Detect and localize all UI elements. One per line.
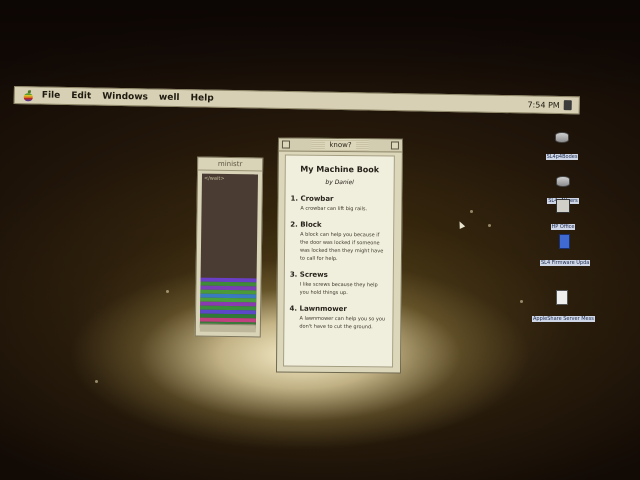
star <box>95 380 98 383</box>
entry-heading: 3. Screws <box>289 270 328 279</box>
icon-label: SL4 Firmware Upda <box>540 260 591 266</box>
desktop-icon-hp-office[interactable]: HP Office <box>546 199 580 232</box>
entry-text: I like screws because they help you hold… <box>299 281 378 297</box>
list-item: 2. Block A block can help you because if… <box>290 221 388 264</box>
apple-menu-icon[interactable] <box>23 89 34 101</box>
entry-text: A lawnmower can help you so you don't ha… <box>299 315 386 331</box>
window-title[interactable]: ministr <box>198 157 263 172</box>
wallpaper-shade <box>0 0 640 95</box>
list-item: 1. Crowbar A crowbar can lift big rails. <box>290 195 388 214</box>
ministr-window[interactable]: ministr </wait> <box>194 156 264 338</box>
entry-text: A crowbar can lift big rails. <box>300 205 368 213</box>
window-title-bar[interactable]: know? <box>278 138 403 153</box>
star <box>470 210 473 213</box>
desktop-icon-sl4-firmware[interactable]: SL4 Firmware Upda <box>540 234 591 268</box>
list-item: 3. Screws I like screws because they hel… <box>290 271 388 298</box>
book-page: My Machine Book by Daniel 1. Crowbar A c… <box>283 154 395 368</box>
window-title: know? <box>325 140 356 150</box>
color-bars-graphic <box>199 277 257 329</box>
document-icon <box>556 290 568 305</box>
close-box-icon[interactable] <box>281 140 291 149</box>
star <box>488 224 491 227</box>
desktop-icon-appleshare[interactable]: AppleShare Server Mess <box>532 290 595 324</box>
know-window[interactable]: know? My Machine Book by Daniel 1. Crowb… <box>275 137 404 374</box>
icon-label: AppleShare Server Mess <box>532 316 595 322</box>
menu-edit[interactable]: Edit <box>71 91 91 101</box>
desktop-icon-sl4p4bodes[interactable]: SL4p4Bodes <box>542 132 582 162</box>
hard-disk-icon <box>555 132 569 143</box>
hard-disk-icon <box>556 176 570 187</box>
star <box>520 300 523 303</box>
entry-text: A block can help you because if the door… <box>299 231 384 262</box>
book-title: My Machine Book <box>300 164 380 175</box>
application-menu-icon[interactable] <box>563 100 572 111</box>
list-item: 4. Lawnmower A lawnmower can help you so… <box>289 305 387 332</box>
menu-file[interactable]: File <box>42 91 61 101</box>
menu-clock[interactable]: 7:54 PM <box>527 100 559 110</box>
star <box>166 290 169 293</box>
entry-heading: 2. Block <box>290 220 322 229</box>
book-icon <box>558 234 570 249</box>
icon-label: HP Office <box>550 224 576 230</box>
ministr-content: </wait> <box>199 173 259 329</box>
menu-well[interactable]: well <box>159 93 180 103</box>
content-label: </wait> <box>203 175 225 182</box>
book-author: by Daniel <box>325 178 354 187</box>
menu-windows[interactable]: Windows <box>102 92 148 103</box>
zoom-box-icon[interactable] <box>390 141 399 150</box>
entry-heading: 1. Crowbar <box>290 194 334 203</box>
entry-heading: 4. Lawnmower <box>289 304 347 314</box>
horizontal-scrollbar[interactable] <box>199 323 256 333</box>
mouse-cursor-icon <box>456 220 466 229</box>
menu-help[interactable]: Help <box>190 93 213 103</box>
printer-icon <box>556 199 570 213</box>
icon-label: SL4p4Bodes <box>545 154 579 160</box>
